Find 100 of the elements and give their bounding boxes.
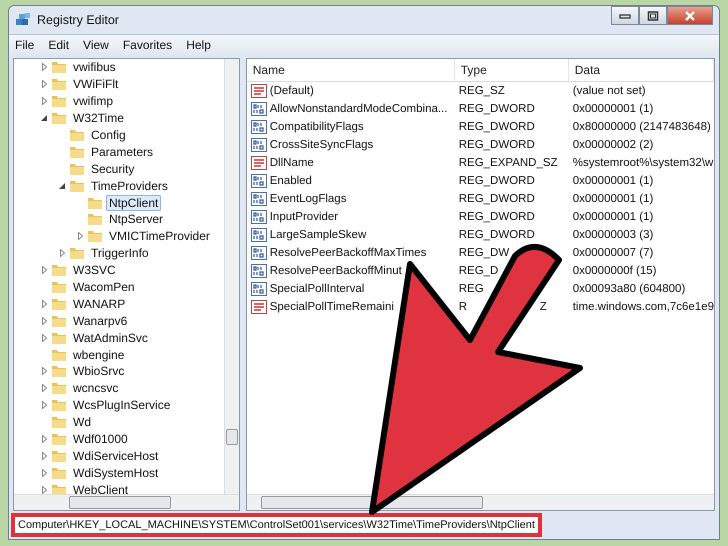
value-type: REG_D: [458, 265, 498, 277]
column-header[interactable]: Type: [454, 59, 569, 81]
folder-icon: [51, 110, 67, 126]
value-data: %systemroot%\system32\w: [572, 157, 714, 169]
expand-arrow-icon[interactable]: [42, 80, 46, 88]
expand-arrow-icon[interactable]: [42, 300, 46, 308]
folder-icon: [87, 211, 103, 228]
value-data: 0x00000002 (2): [572, 139, 654, 151]
expand-arrow-icon[interactable]: [60, 249, 64, 258]
tree-item[interactable]: WebClient: [70, 482, 132, 494]
tree-item[interactable]: TriggerInfo: [88, 245, 152, 262]
tree-item[interactable]: wbengine: [70, 346, 128, 363]
window-title: Registry Editor: [37, 13, 119, 27]
value-data: time.windows.com,7c6e1e9: [572, 301, 714, 313]
value-name[interactable]: CrossSiteSyncFlags: [270, 139, 374, 151]
value-data: 0x00093a80 (604800): [572, 283, 686, 295]
column-header[interactable]: Name: [246, 59, 455, 81]
expand-arrow-icon[interactable]: [42, 401, 46, 410]
expand-arrow-icon[interactable]: [42, 63, 46, 72]
tree-item[interactable]: TimeProviders: [88, 178, 171, 194]
minimize-button[interactable]: [611, 6, 639, 25]
string-value-icon: [250, 300, 267, 314]
value-name[interactable]: AllowNonstandardModeCombina...: [270, 103, 448, 115]
folder-icon: [51, 397, 67, 414]
value-type: REG_DWORD: [458, 121, 535, 133]
value-type: REG_DWORD: [458, 139, 535, 151]
column-header[interactable]: Data: [568, 59, 714, 81]
tree-item[interactable]: WdiSystemHost: [70, 464, 162, 481]
tree-item[interactable]: WANARP: [70, 296, 128, 312]
tree-item[interactable]: WcsPlugInService: [70, 397, 174, 414]
maximize-button[interactable]: [639, 6, 667, 25]
binary-value-icon: [250, 120, 267, 134]
value-type: R: [458, 301, 468, 313]
horizontal-scrollbar[interactable]: [14, 494, 239, 510]
value-name[interactable]: EventLogFlags: [270, 193, 346, 205]
value-name[interactable]: ResolvePeerBackoffMaxTimes: [270, 247, 426, 259]
expand-arrow-icon[interactable]: [78, 232, 82, 240]
tree-item[interactable]: Parameters: [88, 144, 156, 160]
tree-item[interactable]: NtpClient: [106, 194, 162, 211]
menu-item[interactable]: File: [15, 38, 34, 52]
expand-arrow-icon[interactable]: [42, 384, 46, 392]
vertical-scrollbar[interactable]: [224, 59, 239, 494]
folder-icon: [69, 127, 85, 143]
expand-arrow-icon[interactable]: [42, 452, 46, 460]
tree-item[interactable]: Wdf01000: [70, 431, 131, 448]
binary-value-icon: [250, 246, 267, 260]
tree-item[interactable]: Config: [88, 127, 129, 143]
binary-value-icon: [250, 210, 267, 224]
expand-arrow-icon[interactable]: [42, 367, 46, 376]
menu-item[interactable]: View: [83, 38, 109, 52]
value-data: 0x00000001 (1): [572, 211, 654, 223]
value-name[interactable]: Enabled: [270, 175, 312, 187]
tree-item[interactable]: vwifimp: [70, 93, 116, 110]
expand-arrow-icon[interactable]: [42, 468, 46, 477]
tree-item[interactable]: VWiFiFlt: [70, 76, 122, 92]
tree-item[interactable]: Wanarpv6: [70, 312, 130, 329]
value-name[interactable]: SpecialPollTimeRemaini: [270, 301, 394, 313]
scroll-thumb[interactable]: [226, 429, 238, 445]
binary-value-icon: [250, 228, 267, 242]
expand-arrow-icon[interactable]: [42, 316, 46, 325]
collapse-arrow-icon[interactable]: [59, 182, 65, 189]
scroll-thumb[interactable]: [69, 496, 171, 509]
close-button[interactable]: [667, 6, 713, 25]
value-name[interactable]: ResolvePeerBackoffMinut: [270, 265, 402, 277]
value-name[interactable]: SpecialPollInterval: [270, 283, 364, 295]
folder-icon: [51, 93, 67, 110]
value-type: Z: [540, 301, 547, 313]
tree-item[interactable]: WatAdminSvc: [70, 330, 151, 346]
value-name[interactable]: InputProvider: [270, 211, 338, 223]
horizontal-scrollbar[interactable]: [246, 494, 714, 510]
string-value-icon: [250, 84, 267, 98]
value-type: REG_DWORD: [458, 175, 535, 187]
value-name[interactable]: (Default): [270, 85, 314, 97]
expand-arrow-icon[interactable]: [42, 486, 46, 494]
tree-item[interactable]: VMICTimeProvider: [106, 228, 213, 244]
tree-item[interactable]: W3SVC: [70, 262, 119, 278]
tree-item[interactable]: WacomPen: [70, 279, 138, 296]
tree-item[interactable]: WdiServiceHost: [70, 448, 162, 464]
tree-item[interactable]: NtpServer: [106, 211, 166, 228]
tree-item[interactable]: Wd: [70, 414, 94, 430]
tree-item[interactable]: wcncsvc: [70, 380, 122, 396]
tree-item[interactable]: WbioSrvc: [70, 363, 128, 380]
expand-arrow-icon[interactable]: [42, 334, 46, 342]
menu-item[interactable]: Edit: [48, 38, 70, 52]
menu-item[interactable]: Help: [186, 38, 211, 52]
tree-item[interactable]: vwifibus: [70, 59, 119, 76]
binary-value-icon: [250, 102, 267, 116]
value-name[interactable]: CompatibilityFlags: [270, 121, 364, 133]
value-name[interactable]: DllName: [270, 157, 314, 169]
expand-arrow-icon[interactable]: [42, 97, 46, 106]
scroll-thumb[interactable]: [260, 496, 483, 509]
string-value-icon: [250, 156, 267, 170]
expand-arrow-icon[interactable]: [42, 266, 46, 274]
close-icon: [684, 10, 696, 20]
value-name[interactable]: LargeSampleSkew: [270, 229, 366, 241]
tree-item[interactable]: W32Time: [70, 110, 127, 126]
menu-item[interactable]: Favorites: [122, 38, 172, 52]
collapse-arrow-icon[interactable]: [41, 115, 47, 122]
tree-item[interactable]: Security: [88, 160, 138, 177]
expand-arrow-icon[interactable]: [42, 435, 46, 444]
